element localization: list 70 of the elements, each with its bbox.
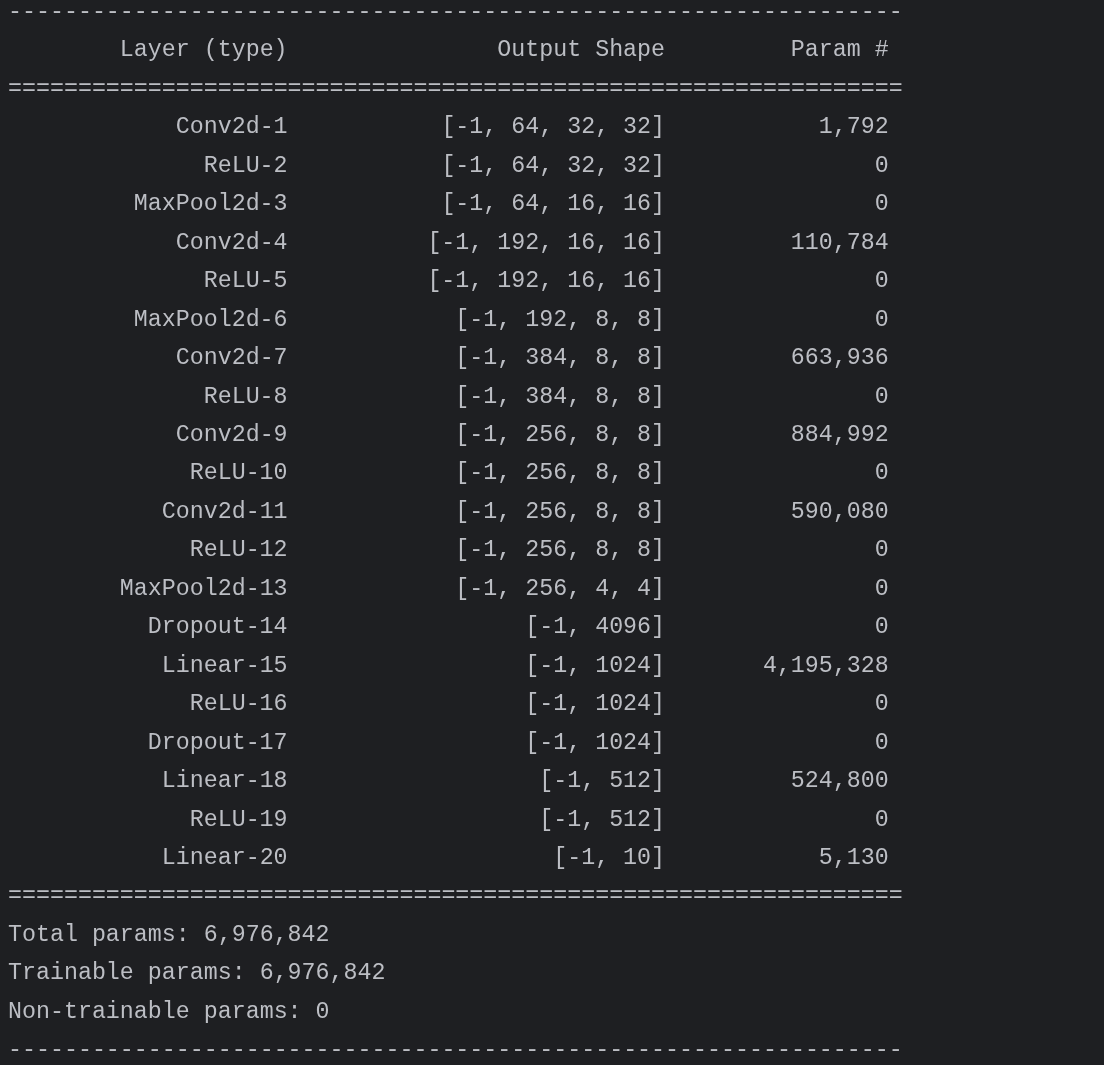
column-header: Output Shape [497,37,666,64]
layer-name: Dropout-14 [147,614,288,641]
output-size-label: [-1, 256, 8, 8] [455,422,666,448]
separator-rule: ================================================================ [8,882,903,912]
layer-name: Conv2d-7 [175,345,288,372]
summary-line: Non-trainable params: 0 [8,997,330,1027]
layer-name: Conv2d-4 [175,229,288,256]
separator-rule: ---------------------------------------------------------------- [8,0,903,27]
output-size-label: [-1, 512] [539,768,666,795]
param-count: 0 [874,306,889,333]
output-size-label: [-1, 192, 16, 16] [427,268,666,295]
layer-name: ReLU-16 [189,691,288,718]
layer-name: Linear-15 [161,652,288,679]
layer-name: ReLU-2 [203,152,288,179]
output-size-label: [-1, 192, 8, 8] [455,306,666,333]
param-count: 0 [874,729,889,756]
output-size-label: [-1, 64, 32, 32] [441,152,666,179]
param-count: 0 [874,383,889,410]
param-count: 0 [874,268,889,295]
column-header: Param # [790,37,889,64]
separator-rule: ---------------------------------------------------------------- [8,1036,903,1065]
param-count: 0 [874,460,889,487]
output-size-label: [-1, 512] [539,806,666,833]
output-size-label: [-1, 256, 8, 8] [455,460,666,487]
output-size-label: [-1, 384, 8, 8] [455,345,666,372]
layer-name: Conv2d-1 [175,114,288,141]
layer-name: ReLU-8 [203,383,288,410]
output-size-label: [-1, 64, 32, 32] [441,114,666,141]
param-count: 590,080 [790,498,889,525]
param-count: 663,936 [790,345,889,372]
param-count: 884,992 [790,422,889,448]
layer-name: Dropout-17 [147,729,288,756]
column-header: Layer (type) [119,37,288,64]
param-count: 0 [874,575,889,602]
layer-name: ReLU-12 [189,537,288,564]
output-size-label: [-1, 256, 8, 8] [455,537,666,564]
output-size-label: [-1, 384, 8, 8] [455,383,666,410]
layer-name: Linear-18 [161,768,288,795]
layer-name: MaxPool2d-3 [133,191,288,218]
output-size-label: [-1, 192, 16, 16] [427,229,666,256]
param-count: 0 [874,152,889,179]
param-count: 5,130 [818,844,889,871]
param-count: 0 [874,537,889,564]
summary-line: Trainable params: 6,976,842 [8,959,386,989]
summary-line: Total params: 6,976,842 [8,920,330,950]
param-count: 110,784 [790,229,889,256]
layer-name: MaxPool2d-13 [119,575,288,602]
output-size-label: [-1, 1024] [525,691,666,718]
param-count: 0 [874,691,889,718]
param-count: 1,792 [818,114,889,141]
output-size-label: [-1, 1024] [525,652,666,679]
layer-name: MaxPool2d-6 [133,306,288,333]
output-size-label: [-1, 1024] [525,729,666,756]
layer-name: ReLU-19 [189,806,288,833]
param-count: 0 [874,614,889,641]
output-size-label: [-1, 256, 4, 4] [455,575,666,602]
layer-name: Conv2d-11 [161,498,288,525]
param-count: 524,800 [790,768,889,795]
separator-rule: ================================================================ [8,74,903,104]
output-size-label: [-1, 4096] [525,614,666,641]
output-size-label: [-1, 256, 8, 8] [455,498,666,525]
param-count: 0 [874,191,889,218]
layer-name: Linear-20 [161,844,288,871]
output-size-label: [-1, 64, 16, 16] [441,191,666,218]
output-size-label: [-1, 10] [553,844,666,871]
param-count: 0 [874,806,889,833]
layer-name: ReLU-5 [203,268,288,295]
layer-name: Conv2d-9 [175,422,288,448]
layer-name: ReLU-10 [189,460,288,487]
param-count: 4,195,328 [762,652,889,679]
